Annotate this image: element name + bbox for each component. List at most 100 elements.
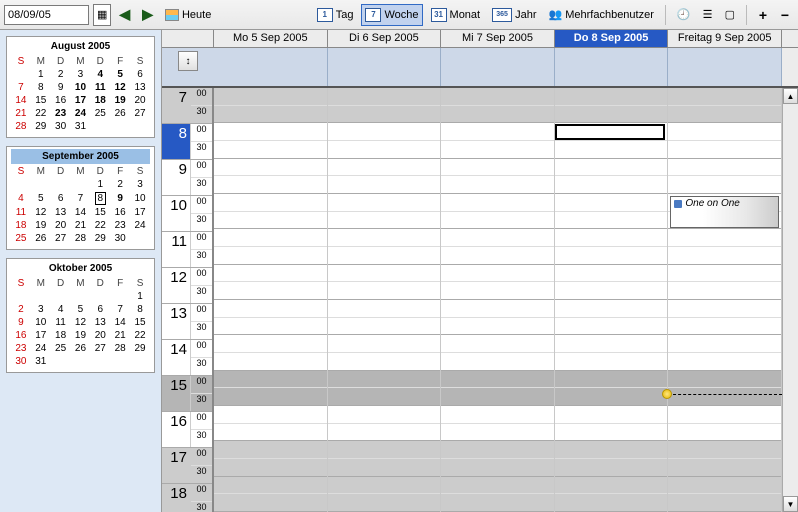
mini-cal-day[interactable]: 30: [51, 120, 71, 133]
time-slot[interactable]: [214, 441, 327, 459]
allday-cell[interactable]: [555, 48, 669, 86]
time-slot[interactable]: [668, 141, 781, 159]
mini-cal-day[interactable]: 19: [31, 219, 51, 232]
mini-cal-day[interactable]: 25: [11, 232, 31, 245]
time-slot[interactable]: [328, 300, 441, 318]
view-option-1-button[interactable]: 🕘: [673, 4, 695, 26]
time-slot[interactable]: [668, 229, 781, 247]
time-slot[interactable]: [328, 176, 441, 194]
time-slot[interactable]: [441, 477, 554, 495]
mini-cal-day[interactable]: 29: [90, 232, 110, 245]
mini-cal-day[interactable]: 26: [71, 342, 91, 355]
mini-cal-day[interactable]: 23: [11, 342, 31, 355]
time-slot[interactable]: [441, 123, 554, 141]
mini-cal-day[interactable]: 22: [31, 107, 51, 120]
time-slot[interactable]: [441, 247, 554, 265]
mini-cal-day[interactable]: 4: [90, 68, 110, 81]
mini-cal-day[interactable]: 13: [51, 206, 71, 219]
time-slot[interactable]: [328, 229, 441, 247]
time-slot[interactable]: [328, 123, 441, 141]
mini-cal-day[interactable]: 16: [11, 329, 31, 342]
time-slot[interactable]: [668, 477, 781, 495]
time-slot[interactable]: [328, 282, 441, 300]
time-slot[interactable]: [214, 229, 327, 247]
time-slot[interactable]: [441, 212, 554, 230]
time-slot[interactable]: [214, 106, 327, 124]
time-slot[interactable]: [328, 194, 441, 212]
mini-calendar[interactable]: August 2005SMDMDFS1234567891011121314151…: [6, 36, 155, 138]
day-column[interactable]: [555, 88, 669, 512]
mini-cal-day[interactable]: 12: [110, 81, 130, 94]
mini-cal-day[interactable]: 15: [31, 94, 51, 107]
time-slot[interactable]: [668, 424, 781, 442]
time-slot[interactable]: [214, 159, 327, 177]
calendar-event[interactable]: One on One: [670, 196, 779, 228]
mini-cal-day[interactable]: 7: [71, 191, 91, 206]
time-slot[interactable]: [441, 194, 554, 212]
mini-cal-day[interactable]: [51, 290, 71, 303]
mini-cal-day[interactable]: 6: [130, 68, 150, 81]
mini-cal-day[interactable]: [71, 290, 91, 303]
time-slot[interactable]: [441, 424, 554, 442]
mini-cal-day[interactable]: [90, 355, 110, 368]
time-slot[interactable]: [441, 88, 554, 106]
mini-cal-day[interactable]: 15: [90, 206, 110, 219]
mini-cal-day[interactable]: 17: [130, 206, 150, 219]
mini-cal-day[interactable]: 23: [51, 107, 71, 120]
date-input[interactable]: [4, 5, 89, 25]
mini-calendar[interactable]: Oktober 2005SMDMDFS123456789101112131415…: [6, 258, 155, 373]
time-slot[interactable]: [328, 141, 441, 159]
mini-cal-day[interactable]: 26: [110, 107, 130, 120]
time-slot[interactable]: [668, 282, 781, 300]
mini-cal-day[interactable]: 31: [71, 120, 91, 133]
time-slot[interactable]: [555, 441, 668, 459]
time-slot[interactable]: [441, 176, 554, 194]
time-slot[interactable]: [668, 441, 781, 459]
time-slot[interactable]: [328, 406, 441, 424]
day-header[interactable]: Mi 7 Sep 2005: [441, 30, 555, 47]
mini-cal-day[interactable]: 25: [90, 107, 110, 120]
time-slot[interactable]: [214, 176, 327, 194]
time-slot[interactable]: [441, 159, 554, 177]
scroll-down-button[interactable]: ▼: [783, 496, 798, 512]
remove-button[interactable]: −: [776, 4, 794, 26]
mini-cal-day[interactable]: [110, 120, 130, 133]
time-slot[interactable]: [441, 406, 554, 424]
time-slot[interactable]: [441, 335, 554, 353]
time-slot[interactable]: [328, 459, 441, 477]
time-slot[interactable]: [668, 371, 781, 389]
time-slot[interactable]: [668, 406, 781, 424]
mini-cal-day[interactable]: 27: [130, 107, 150, 120]
view-option-2-button[interactable]: ☰: [699, 4, 717, 26]
time-slot[interactable]: [668, 335, 781, 353]
scroll-up-button[interactable]: ▲: [783, 88, 798, 104]
mini-cal-day[interactable]: 19: [110, 94, 130, 107]
time-slot[interactable]: [555, 88, 668, 106]
mini-cal-day[interactable]: 7: [110, 303, 130, 316]
time-slot[interactable]: [441, 371, 554, 389]
mini-cal-day[interactable]: 8: [31, 81, 51, 94]
time-slot[interactable]: [668, 123, 781, 141]
mini-cal-day[interactable]: 8: [90, 191, 110, 206]
day-header[interactable]: Freitag 9 Sep 2005: [668, 30, 782, 47]
time-slot[interactable]: [328, 477, 441, 495]
mini-cal-day[interactable]: 25: [51, 342, 71, 355]
time-slot[interactable]: [328, 441, 441, 459]
time-slot[interactable]: [214, 353, 327, 371]
time-slot[interactable]: [668, 318, 781, 336]
time-slot[interactable]: [214, 141, 327, 159]
time-slot[interactable]: [555, 212, 668, 230]
time-slot[interactable]: [555, 176, 668, 194]
allday-cell[interactable]: [214, 48, 328, 86]
day-view-button[interactable]: 1Tag: [313, 4, 358, 26]
mini-cal-day[interactable]: 30: [11, 355, 31, 368]
mini-cal-day[interactable]: 2: [11, 303, 31, 316]
mini-cal-day[interactable]: 30: [110, 232, 130, 245]
multiuser-button[interactable]: 👥Mehrfachbenutzer: [545, 4, 658, 26]
time-slot[interactable]: [555, 106, 668, 124]
mini-cal-day[interactable]: [110, 290, 130, 303]
mini-cal-day[interactable]: [31, 290, 51, 303]
time-slot[interactable]: [328, 318, 441, 336]
time-slot[interactable]: [328, 388, 441, 406]
mini-cal-day[interactable]: 2: [110, 178, 130, 191]
